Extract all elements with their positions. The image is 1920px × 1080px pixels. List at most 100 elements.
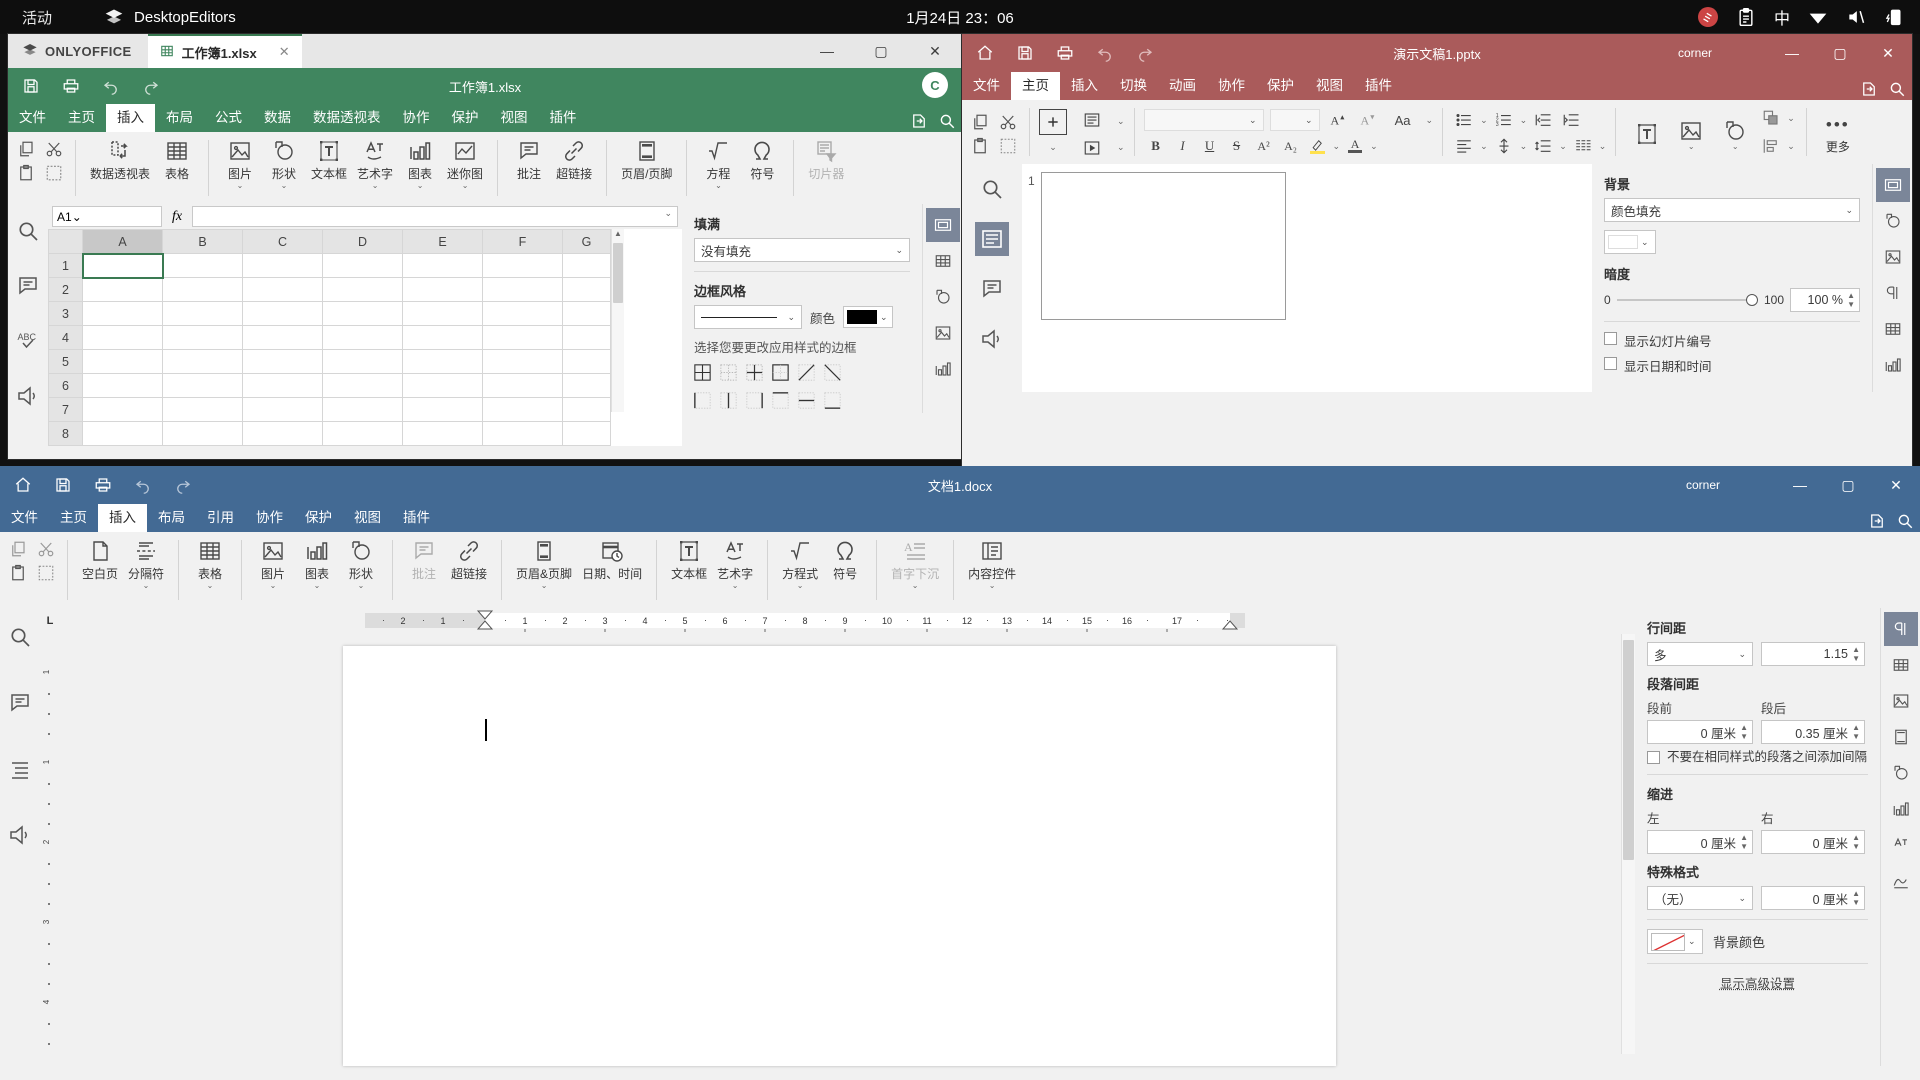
column-header-b[interactable]: B	[162, 229, 243, 254]
table-settings-icon[interactable]	[1876, 312, 1910, 346]
name-box[interactable]: A1 ⌄	[52, 206, 162, 227]
shape-settings-icon[interactable]	[1884, 756, 1918, 790]
align-icon[interactable]	[1452, 135, 1476, 157]
cell-f1[interactable]	[482, 253, 563, 278]
battery-icon[interactable]	[1884, 7, 1904, 27]
cell-d7[interactable]	[322, 397, 403, 422]
chevron-down-icon[interactable]: ⌄	[732, 582, 739, 590]
tab-plugins[interactable]: 插件	[1354, 72, 1403, 100]
horizontal-ruler[interactable]: 21 1234 5678 9 10 11 12 13 14 15 16 17	[365, 610, 1245, 632]
tab-view[interactable]: 视图	[1305, 72, 1354, 100]
ribbon-button-textbox[interactable]: 文本框	[306, 135, 352, 182]
maximize-button[interactable]: ▢	[1816, 34, 1864, 72]
cell-a4[interactable]	[82, 325, 163, 350]
left-border-icon[interactable]	[694, 392, 711, 412]
stepper-arrows[interactable]: ▲ ▼	[1852, 723, 1860, 741]
row-header-2[interactable]: 2	[48, 277, 83, 302]
tab-insert[interactable]: 插入	[98, 504, 147, 532]
cell-c5[interactable]	[242, 349, 323, 374]
checkbox-box[interactable]	[1604, 357, 1617, 370]
tab-collaboration[interactable]: 协作	[245, 504, 294, 532]
home-icon[interactable]	[968, 38, 1002, 68]
border-color-button[interactable]: ⌄	[843, 306, 893, 328]
column-header-a[interactable]: A	[82, 229, 163, 254]
undo-icon[interactable]	[94, 71, 128, 101]
ribbon-button-symbol[interactable]: 符号	[740, 135, 784, 182]
increase-font-size-icon[interactable]: A ▴	[1326, 109, 1350, 131]
close-tab-icon[interactable]: ✕	[279, 44, 290, 60]
chevron-down-icon[interactable]: ⌄	[1117, 142, 1125, 153]
cell-d4[interactable]	[322, 325, 403, 350]
chevron-down-icon[interactable]: ⌄	[417, 182, 424, 190]
line-spacing-rule-select[interactable]: 多 ⌄	[1647, 642, 1753, 666]
comment-icon[interactable]	[3, 686, 37, 720]
chart-settings-icon[interactable]	[926, 352, 960, 386]
tab-file[interactable]: 文件	[0, 504, 49, 532]
volume-muted-icon[interactable]	[1846, 7, 1866, 27]
cell-c6[interactable]	[242, 373, 323, 398]
redo-icon[interactable]	[134, 71, 168, 101]
ribbon-button-hyperlink[interactable]: 超链接	[446, 535, 492, 582]
indent-left-input[interactable]: 0 厘米 ▲ ▼	[1647, 830, 1753, 854]
ribbon-button-image[interactable]: ⌄	[1669, 115, 1713, 150]
select-all-corner[interactable]	[48, 229, 83, 254]
cell-f2[interactable]	[482, 277, 563, 302]
chevron-down-icon[interactable]: ⌄	[1738, 649, 1746, 660]
columns-icon[interactable]	[1571, 135, 1595, 157]
search-icon[interactable]	[3, 620, 37, 654]
feedback-icon[interactable]	[3, 818, 37, 852]
ribbon-button-more[interactable]: ••• 更多	[1816, 110, 1860, 155]
chevron-down-icon[interactable]: ⌄	[1688, 936, 1699, 947]
chart-settings-icon[interactable]	[1876, 348, 1910, 382]
image-settings-icon[interactable]	[1876, 240, 1910, 274]
tab-transition[interactable]: 切换	[1109, 72, 1158, 100]
column-header-f[interactable]: F	[482, 229, 563, 254]
chart-settings-icon[interactable]	[1884, 792, 1918, 826]
feedback-icon[interactable]	[11, 380, 45, 413]
scroll-up-arrow-icon[interactable]: ▲	[612, 229, 624, 238]
cell-c4[interactable]	[242, 325, 323, 350]
row-header-5[interactable]: 5	[48, 349, 83, 374]
ribbon-button-shape[interactable]: 形状 ⌄	[262, 135, 306, 190]
show-slide-number-checkbox[interactable]: 显示幻灯片编号	[1604, 331, 1860, 350]
chevron-down-icon[interactable]: ⌄	[358, 582, 365, 590]
slide-icon[interactable]	[975, 222, 1009, 256]
ribbon-button-equation[interactable]: 方程式 ⌄	[777, 535, 823, 590]
font-size-select[interactable]: ⌄	[1269, 109, 1320, 131]
close-button[interactable]: ✕	[908, 34, 962, 68]
numbered-list-icon[interactable]: 123	[1492, 109, 1516, 131]
cell-g2[interactable]	[562, 277, 611, 302]
chevron-down-icon[interactable]: ⌄	[1641, 237, 1652, 248]
cell-f5[interactable]	[482, 349, 563, 374]
open-file-location-icon[interactable]	[1868, 512, 1886, 530]
highlight-color-icon[interactable]	[1306, 135, 1330, 157]
wifi-icon[interactable]	[1808, 7, 1828, 27]
column-header-g[interactable]: G	[562, 229, 611, 254]
cell-e8[interactable]	[402, 421, 483, 446]
tab-protection[interactable]: 保护	[441, 104, 490, 132]
show-advanced-settings-link[interactable]: 显示高级设置	[1720, 977, 1795, 991]
ribbon-button-header-footer[interactable]: 页眉&页脚 ⌄	[511, 535, 577, 590]
chevron-down-icon[interactable]: ⌄	[1520, 141, 1528, 152]
inner-cross-icon[interactable]	[746, 364, 763, 384]
ribbon-button-chart[interactable]: 图表 ⌄	[398, 135, 442, 190]
tab-plugins[interactable]: 插件	[392, 504, 441, 532]
special-format-select[interactable]: （无） ⌄	[1647, 886, 1753, 910]
ribbon-button-comment[interactable]: 批注	[507, 135, 551, 182]
cell-e2[interactable]	[402, 277, 483, 302]
ribbon-button-table[interactable]: 表格 ⌄	[188, 535, 232, 590]
format-painter-icon[interactable]	[34, 562, 58, 584]
arrange-icon[interactable]	[1759, 107, 1783, 129]
chevron-down-icon[interactable]: ⌄	[1480, 141, 1488, 152]
cut-icon[interactable]	[34, 538, 58, 560]
slide-editing-area[interactable]	[1292, 164, 1592, 392]
cell-g8[interactable]	[562, 421, 611, 446]
row-header-1[interactable]: 1	[48, 253, 83, 278]
undo-icon[interactable]	[126, 470, 160, 500]
print-icon[interactable]	[54, 71, 88, 101]
chevron-down-icon[interactable]: ⌄	[989, 582, 996, 590]
cell-d1[interactable]	[322, 253, 403, 278]
cell-g6[interactable]	[562, 373, 611, 398]
chevron-down-icon[interactable]: ⌄	[1117, 116, 1125, 127]
paragraph-settings-icon[interactable]	[1876, 276, 1910, 310]
